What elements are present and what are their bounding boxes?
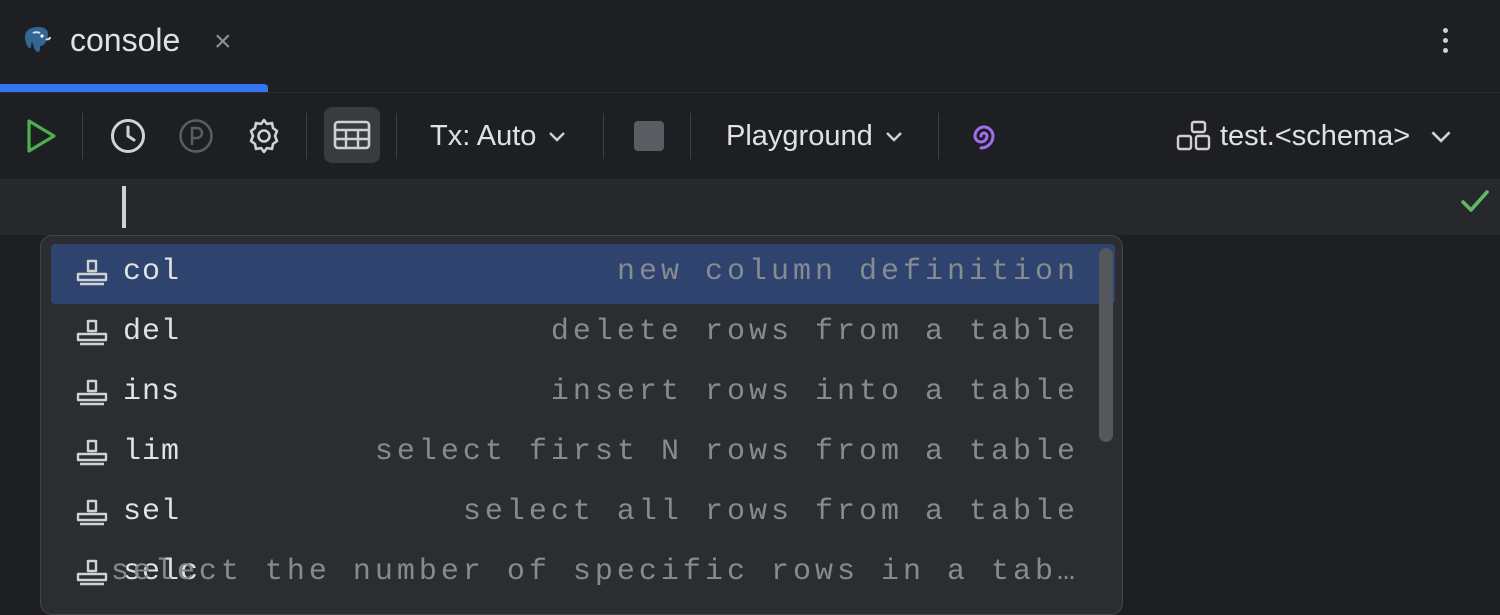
completion-description: select all rows from a table xyxy=(463,495,1079,529)
popup-scrollbar[interactable] xyxy=(1099,248,1113,442)
live-template-stamp-icon xyxy=(74,558,110,590)
completion-keyword: col xyxy=(123,255,180,289)
postgresql-icon xyxy=(20,24,56,60)
tab-title: console xyxy=(70,22,180,59)
completion-description: insert rows into a table xyxy=(551,375,1079,409)
run-icon xyxy=(24,118,58,154)
toolbar-separator xyxy=(603,113,604,159)
completion-description: select the number of specific rows in a … xyxy=(111,555,1079,589)
completion-keyword: del xyxy=(123,315,180,349)
more-options-icon[interactable] xyxy=(1433,24,1457,64)
completion-item[interactable]: sel select all rows from a table xyxy=(51,484,1115,544)
settings-button[interactable] xyxy=(244,93,284,179)
completion-popup: col new column definition del delete row… xyxy=(40,235,1123,615)
output-in-table-button[interactable] xyxy=(324,107,380,163)
close-icon[interactable]: × xyxy=(214,26,232,58)
completion-item[interactable]: selc select the number of specific rows … xyxy=(51,544,1115,604)
checkmark-icon xyxy=(1460,188,1490,214)
gear-icon xyxy=(245,117,283,155)
schema-label: test.<schema> xyxy=(1220,120,1410,153)
console-toolbar: Tx: Auto Playground test.<schema> xyxy=(0,93,1500,180)
chevron-down-icon xyxy=(1430,125,1452,147)
transaction-mode-dropdown[interactable]: Tx: Auto xyxy=(430,93,566,179)
stop-icon[interactable] xyxy=(634,121,664,151)
completion-keyword: ins xyxy=(123,375,180,409)
chevron-down-icon xyxy=(885,127,903,145)
target-label: Playground xyxy=(726,120,873,153)
toolbar-separator xyxy=(82,113,83,159)
table-icon xyxy=(333,120,371,150)
parameter-p-icon xyxy=(177,117,215,155)
tab-console[interactable]: console × xyxy=(0,0,268,92)
toolbar-separator xyxy=(690,113,691,159)
completion-item[interactable]: ins insert rows into a table xyxy=(51,364,1115,424)
completion-description: delete rows from a table xyxy=(551,315,1079,349)
parameters-button[interactable] xyxy=(176,93,216,179)
live-template-stamp-icon xyxy=(74,318,110,350)
run-button[interactable] xyxy=(20,93,62,179)
schema-selector[interactable]: test.<schema> xyxy=(1176,93,1452,179)
toolbar-separator xyxy=(306,113,307,159)
toolbar-separator xyxy=(396,113,397,159)
completion-item[interactable]: lim select first N rows from a table xyxy=(51,424,1115,484)
completion-item[interactable]: del delete rows from a table xyxy=(51,304,1115,364)
live-template-stamp-icon xyxy=(74,258,110,290)
toolbar-separator xyxy=(938,113,939,159)
ai-spiral-icon xyxy=(967,119,1001,153)
completion-item[interactable]: col new column definition xyxy=(51,244,1115,304)
active-tab-indicator xyxy=(0,84,268,92)
history-button[interactable] xyxy=(108,93,148,179)
schema-icon xyxy=(1176,120,1212,152)
live-template-stamp-icon xyxy=(74,378,110,410)
editor-current-line[interactable] xyxy=(0,180,1500,235)
target-dropdown[interactable]: Playground xyxy=(726,93,903,179)
clock-icon xyxy=(109,117,147,155)
ai-assistant-button[interactable] xyxy=(966,93,1002,179)
transaction-mode-label: Tx: Auto xyxy=(430,120,536,153)
completion-description: new column definition xyxy=(617,255,1079,289)
completion-description: select first N rows from a table xyxy=(375,435,1079,469)
tab-bar: console × xyxy=(0,0,1500,93)
text-caret xyxy=(122,186,126,228)
live-template-stamp-icon xyxy=(74,438,110,470)
completion-keyword: sel xyxy=(123,495,180,529)
completion-keyword: lim xyxy=(123,435,180,469)
chevron-down-icon xyxy=(548,127,566,145)
live-template-stamp-icon xyxy=(74,498,110,530)
